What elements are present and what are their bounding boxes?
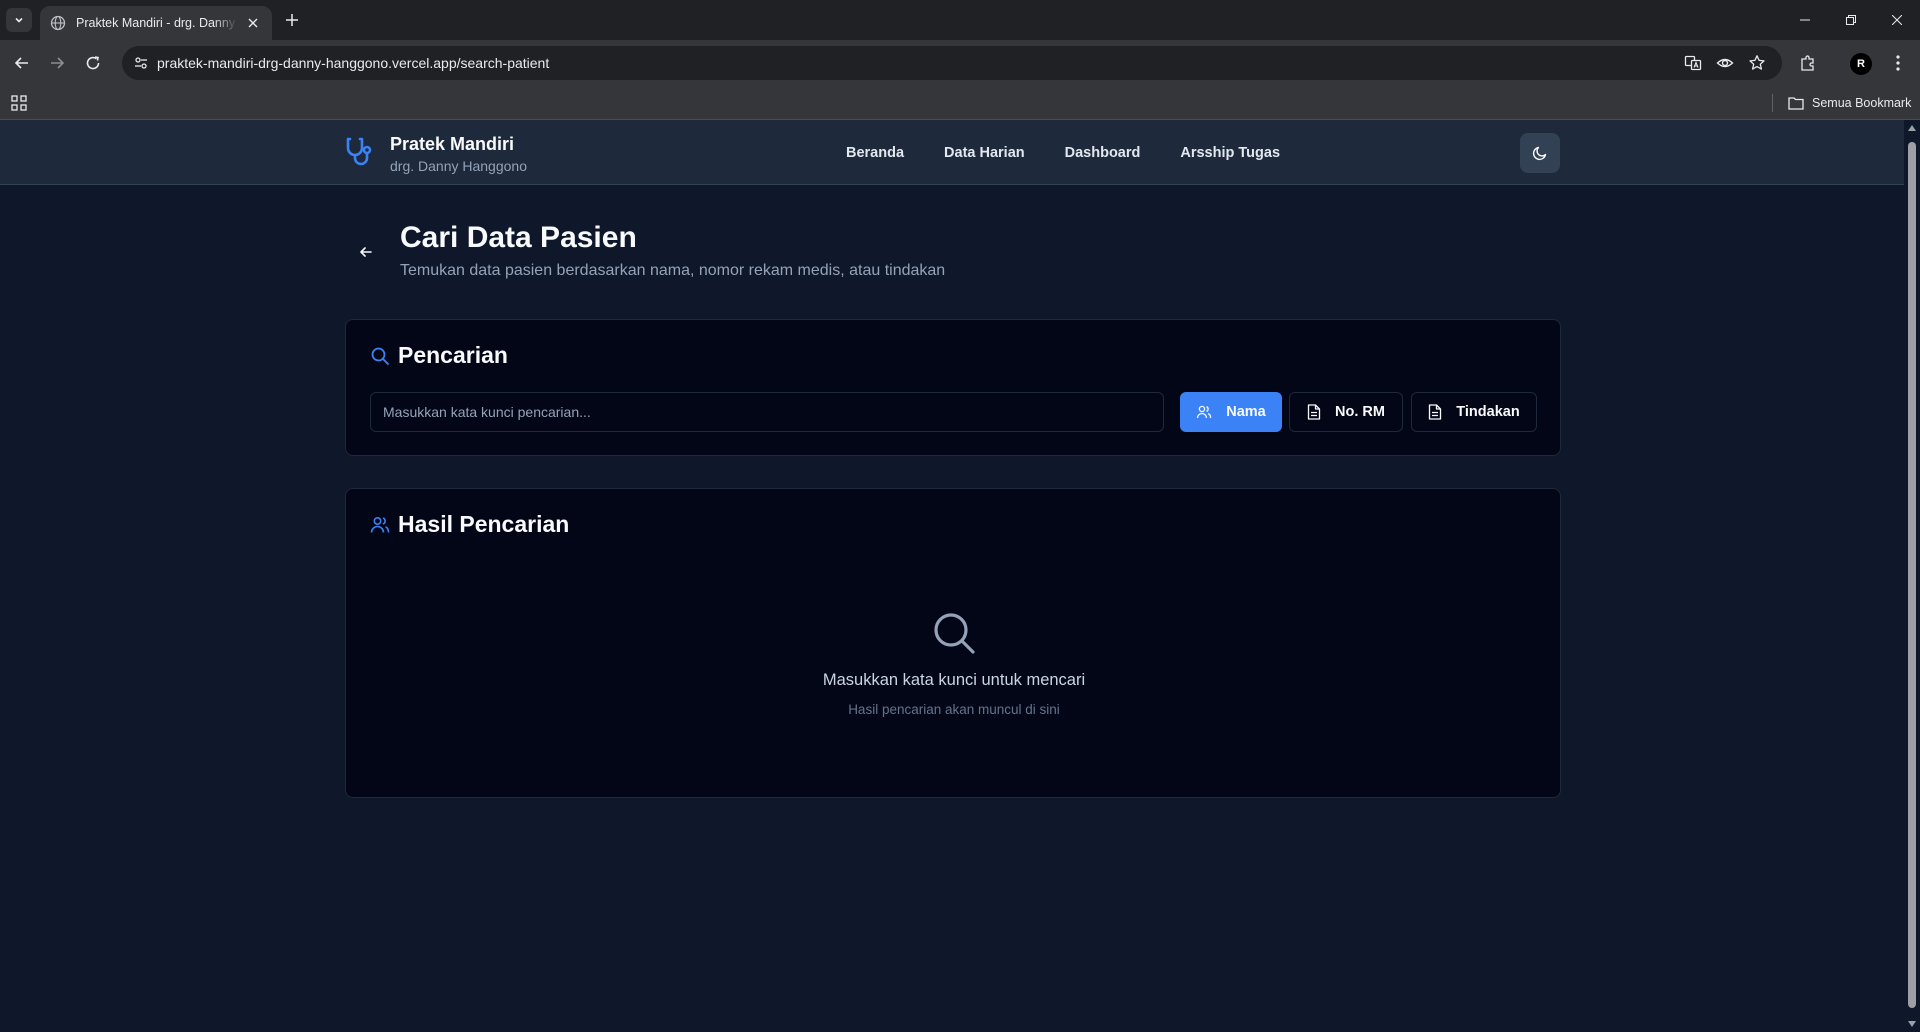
results-card-title: Hasil Pencarian [370, 511, 569, 538]
scrollbar-thumb[interactable] [1908, 142, 1916, 1008]
close-icon [1892, 15, 1902, 25]
globe-icon [50, 15, 66, 31]
url-text: praktek-mandiri-drg-danny-hanggono.verce… [157, 55, 549, 71]
filter-no-rm-button[interactable]: No. RM [1289, 392, 1403, 432]
reload-icon [86, 56, 100, 70]
plus-icon [286, 14, 298, 26]
apps-grid-icon[interactable] [10, 94, 28, 112]
search-card: Pencarian Nama No. RM Tindakan [345, 319, 1561, 456]
scroll-down-arrow-icon[interactable] [1908, 1020, 1916, 1028]
extensions-button[interactable] [1794, 49, 1822, 77]
moon-icon [1532, 146, 1547, 161]
empty-state-hint: Hasil pencarian akan muncul di sini [848, 702, 1060, 717]
all-bookmarks-label: Semua Bookmark [1812, 96, 1912, 110]
empty-state-message: Masukkan kata kunci untuk mencari [822, 671, 1086, 689]
results-card-title-text: Hasil Pencarian [398, 511, 570, 537]
all-bookmarks-button[interactable]: Semua Bookmark [1788, 86, 1911, 120]
filter-nama-button[interactable]: Nama [1180, 392, 1282, 432]
tab-close-icon[interactable] [244, 14, 262, 32]
arrow-right-icon [51, 57, 65, 69]
page-title: Cari Data Pasien [400, 221, 637, 254]
minimize-button[interactable] [1782, 0, 1828, 40]
scroll-up-arrow-icon[interactable] [1908, 124, 1916, 132]
search-input[interactable] [370, 392, 1164, 432]
browser-tab-strip: Praktek Mandiri - drg. Danny Hanggono [0, 0, 1920, 40]
search-icon [934, 613, 975, 654]
eye-icon[interactable] [1712, 46, 1738, 80]
minimize-icon [1800, 19, 1810, 21]
chevron-down-icon [15, 17, 23, 23]
forward-nav-button[interactable] [43, 49, 71, 77]
app-header: Pratek Mandiri drg. Danny Hanggono Beran… [0, 120, 1904, 185]
empty-state: Masukkan kata kunci untuk mencari Hasil … [346, 609, 1562, 717]
search-card-title: Pencarian [370, 342, 508, 369]
back-button[interactable] [354, 240, 378, 264]
puzzle-icon [1801, 55, 1814, 71]
search-icon [371, 347, 389, 365]
bookmark-star-icon[interactable] [1744, 46, 1770, 80]
url-path: /search-patient [456, 55, 550, 71]
filter-tindakan-button[interactable]: Tindakan [1411, 392, 1537, 432]
more-vertical-icon [1896, 55, 1900, 71]
file-text-icon [1429, 404, 1442, 420]
brand[interactable]: Pratek Mandiri drg. Danny Hanggono [344, 133, 527, 175]
site-info-icon[interactable] [131, 53, 151, 73]
new-tab-button[interactable] [280, 8, 304, 32]
close-window-button[interactable] [1874, 0, 1920, 40]
restore-icon [1846, 15, 1856, 25]
nav-arsip-tugas[interactable]: Arsship Tugas [1180, 145, 1280, 161]
browser-menu-button[interactable] [1884, 49, 1912, 77]
nav-beranda[interactable]: Beranda [846, 145, 904, 161]
folder-icon [1788, 97, 1804, 110]
back-nav-button[interactable] [8, 49, 36, 77]
nav-data-harian[interactable]: Data Harian [944, 145, 1025, 161]
users-icon [1197, 405, 1212, 419]
results-card: Hasil Pencarian Masukkan kata kunci untu… [345, 488, 1561, 798]
theme-toggle-button[interactable] [1520, 133, 1560, 173]
bookmarks-bar: Semua Bookmark [0, 86, 1920, 120]
page-scrollbar[interactable] [1904, 120, 1920, 1032]
arrow-left-icon [14, 57, 28, 69]
filter-nama-label: Nama [1226, 404, 1266, 420]
profile-avatar[interactable]: R [1850, 53, 1872, 75]
tab-title: Praktek Mandiri - drg. Danny Hanggono [76, 16, 238, 30]
reload-button[interactable] [79, 49, 107, 77]
brand-subtitle: drg. Danny Hanggono [390, 158, 527, 174]
nav-dashboard[interactable]: Dashboard [1065, 145, 1141, 161]
stethoscope-icon [346, 137, 372, 166]
brand-text: Pratek Mandiri drg. Danny Hanggono [390, 133, 527, 175]
translate-icon[interactable] [1680, 46, 1706, 80]
filter-no-rm-label: No. RM [1335, 404, 1385, 420]
filter-tindakan-label: Tindakan [1456, 404, 1520, 420]
browser-toolbar: praktek-mandiri-drg-danny-hanggono.verce… [0, 40, 1920, 86]
bookmarks-separator [1772, 94, 1773, 112]
arrow-left-icon [360, 247, 372, 257]
search-card-title-text: Pencarian [398, 342, 508, 368]
page-subtitle: Temukan data pasien berdasarkan nama, no… [400, 262, 946, 279]
main-nav: Beranda Data Harian Dashboard Arsship Tu… [846, 120, 1320, 185]
brand-name: Pratek Mandiri [390, 134, 515, 154]
address-bar[interactable]: praktek-mandiri-drg-danny-hanggono.verce… [122, 46, 1782, 80]
restore-button[interactable] [1828, 0, 1874, 40]
tab-search-button[interactable] [6, 8, 32, 32]
users-icon [370, 516, 390, 533]
url-host: praktek-mandiri-drg-danny-hanggono.verce… [157, 55, 457, 71]
file-text-icon [1307, 404, 1321, 420]
page-viewport: Pratek Mandiri drg. Danny Hanggono Beran… [0, 120, 1904, 1032]
browser-tab-active[interactable]: Praktek Mandiri - drg. Danny Hanggono [40, 6, 272, 40]
